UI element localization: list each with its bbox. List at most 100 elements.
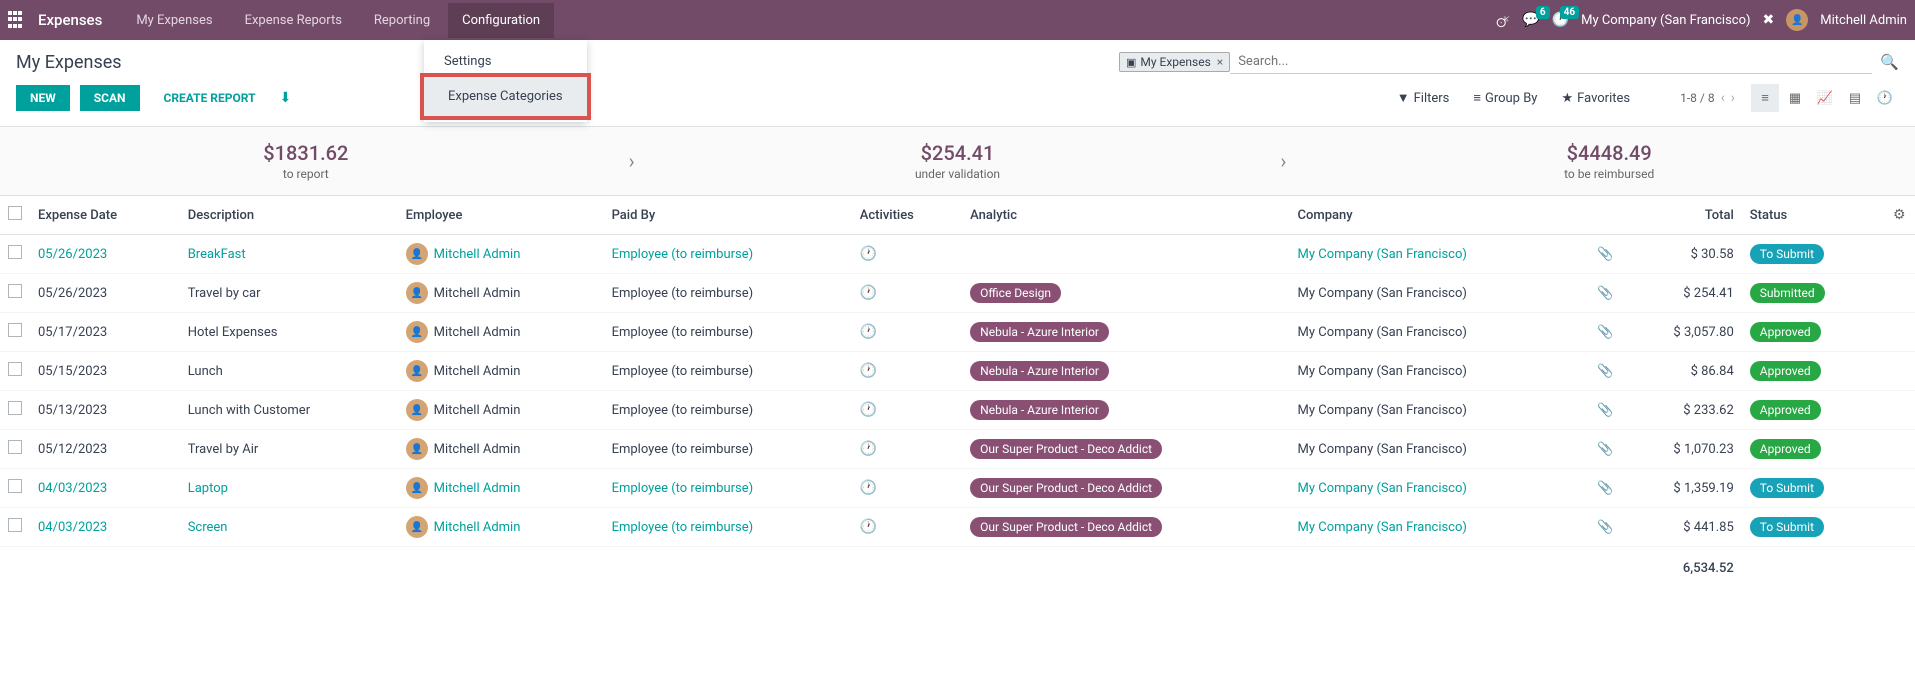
activity-icon[interactable]: 🕐46 <box>1552 12 1569 28</box>
dropdown-expense-categories[interactable]: Expense Categories <box>420 73 591 120</box>
cell-attachment[interactable]: 📎 <box>1582 352 1622 391</box>
scan-button[interactable]: SCAN <box>80 85 140 111</box>
table-row[interactable]: 05/15/2023 Lunch 👤Mitchell Admin Employe… <box>0 352 1915 391</box>
cell-attachment[interactable]: 📎 <box>1582 391 1622 430</box>
table-row[interactable]: 05/13/2023 Lunch with Customer 👤Mitchell… <box>0 391 1915 430</box>
col-employee[interactable]: Employee <box>398 196 604 235</box>
table-row[interactable]: 05/26/2023 BreakFast 👤Mitchell Admin Emp… <box>0 235 1915 274</box>
tools-icon[interactable]: ✖ <box>1763 12 1775 28</box>
view-kanban-icon[interactable]: ▦ <box>1781 84 1809 112</box>
employee-avatar: 👤 <box>406 477 428 499</box>
groupby-button[interactable]: ≡Group By <box>1473 90 1537 106</box>
planet-icon[interactable]: 🜚 <box>1496 6 1510 35</box>
paperclip-icon: 📎 <box>1597 286 1613 301</box>
new-button[interactable]: NEW <box>16 85 70 111</box>
table-row[interactable]: 05/17/2023 Hotel Expenses 👤Mitchell Admi… <box>0 313 1915 352</box>
cell-paid-by: Employee (to reimburse) <box>604 235 852 274</box>
cell-attachment[interactable]: 📎 <box>1582 313 1622 352</box>
cell-description: Travel by car <box>180 274 398 313</box>
user-avatar[interactable]: 👤 <box>1786 9 1808 31</box>
cell-date: 05/26/2023 <box>30 235 180 274</box>
cell-activities[interactable]: 🕐 <box>852 352 962 391</box>
cell-description: Travel by Air <box>180 430 398 469</box>
chat-icon[interactable]: 💬6 <box>1522 12 1539 28</box>
row-checkbox[interactable] <box>8 518 22 532</box>
view-activity-icon[interactable]: 🕐 <box>1871 84 1899 112</box>
view-list-icon[interactable]: ≡ <box>1751 84 1779 112</box>
cell-activities[interactable]: 🕐 <box>852 235 962 274</box>
cell-activities[interactable]: 🕐 <box>852 469 962 508</box>
select-all-checkbox[interactable] <box>8 206 22 220</box>
menu-reporting[interactable]: Reporting <box>360 3 444 38</box>
cell-company: My Company (San Francisco) <box>1290 469 1582 508</box>
column-config-icon[interactable]: ⚙ <box>1893 207 1906 223</box>
col-activities[interactable]: Activities <box>852 196 962 235</box>
col-status[interactable]: Status <box>1742 196 1885 235</box>
cell-company: My Company (San Francisco) <box>1290 313 1582 352</box>
summary-to-reimburse[interactable]: $4448.49 to be reimbursed <box>1303 127 1915 195</box>
expense-table: Expense Date Description Employee Paid B… <box>0 196 1915 584</box>
col-description[interactable]: Description <box>180 196 398 235</box>
search-input[interactable] <box>1230 50 1872 74</box>
cell-description: Laptop <box>180 469 398 508</box>
favorites-button[interactable]: ★Favorites <box>1561 91 1630 106</box>
apps-icon[interactable] <box>8 11 26 29</box>
table-row[interactable]: 04/03/2023 Screen 👤Mitchell Admin Employ… <box>0 508 1915 547</box>
chip-remove-icon[interactable]: × <box>1217 55 1223 69</box>
summary-under-validation[interactable]: $254.41 under validation <box>652 127 1264 195</box>
table-row[interactable]: 05/12/2023 Travel by Air 👤Mitchell Admin… <box>0 430 1915 469</box>
cell-company: My Company (San Francisco) <box>1290 430 1582 469</box>
col-company[interactable]: Company <box>1290 196 1582 235</box>
search-chip[interactable]: ▣ My Expenses × <box>1119 52 1230 72</box>
pager-next-icon[interactable]: › <box>1731 90 1735 106</box>
row-checkbox[interactable] <box>8 362 22 376</box>
col-date[interactable]: Expense Date <box>30 196 180 235</box>
row-checkbox[interactable] <box>8 245 22 259</box>
menu-configuration[interactable]: Configuration <box>448 3 554 38</box>
cell-attachment[interactable]: 📎 <box>1582 430 1622 469</box>
row-checkbox[interactable] <box>8 401 22 415</box>
menu-expense-reports[interactable]: Expense Reports <box>231 3 356 38</box>
row-checkbox[interactable] <box>8 284 22 298</box>
cell-activities[interactable]: 🕐 <box>852 430 962 469</box>
company-name[interactable]: My Company (San Francisco) <box>1581 13 1750 28</box>
search-icon[interactable]: 🔍 <box>1872 53 1899 71</box>
filters-button[interactable]: ▼Filters <box>1397 90 1450 106</box>
cell-attachment[interactable]: 📎 <box>1582 235 1622 274</box>
create-report-button[interactable]: CREATE REPORT <box>150 85 270 111</box>
cell-activities[interactable]: 🕐 <box>852 313 962 352</box>
cell-activities[interactable]: 🕐 <box>852 274 962 313</box>
pager-prev-icon[interactable]: ‹ <box>1721 90 1725 106</box>
row-checkbox[interactable] <box>8 440 22 454</box>
row-checkbox[interactable] <box>8 479 22 493</box>
menu-my-expenses[interactable]: My Expenses <box>122 3 226 38</box>
cell-attachment[interactable]: 📎 <box>1582 274 1622 313</box>
cell-company: My Company (San Francisco) <box>1290 274 1582 313</box>
star-icon: ★ <box>1561 91 1573 106</box>
funnel-icon: ▼ <box>1397 90 1410 106</box>
status-badge: Submitted <box>1750 283 1825 303</box>
view-graph-icon[interactable]: 📈 <box>1811 84 1839 112</box>
table-row[interactable]: 04/03/2023 Laptop 👤Mitchell Admin Employ… <box>0 469 1915 508</box>
status-badge: Approved <box>1750 361 1821 381</box>
col-total[interactable]: Total <box>1622 196 1742 235</box>
cell-activities[interactable]: 🕐 <box>852 391 962 430</box>
row-checkbox[interactable] <box>8 323 22 337</box>
cell-attachment[interactable]: 📎 <box>1582 508 1622 547</box>
cell-paid-by: Employee (to reimburse) <box>604 274 852 313</box>
col-analytic[interactable]: Analytic <box>962 196 1289 235</box>
cell-description: Lunch <box>180 352 398 391</box>
view-pivot-icon[interactable]: ▤ <box>1841 84 1869 112</box>
cell-paid-by: Employee (to reimburse) <box>604 469 852 508</box>
download-icon[interactable]: ⬇ <box>280 90 292 106</box>
cell-attachment[interactable]: 📎 <box>1582 469 1622 508</box>
col-paid-by[interactable]: Paid By <box>604 196 852 235</box>
cell-analytic: Our Super Product - Deco Addict <box>962 469 1289 508</box>
analytic-tag: Our Super Product - Deco Addict <box>970 478 1162 498</box>
cell-analytic: Our Super Product - Deco Addict <box>962 430 1289 469</box>
user-name[interactable]: Mitchell Admin <box>1820 13 1907 28</box>
employee-avatar: 👤 <box>406 516 428 538</box>
table-row[interactable]: 05/26/2023 Travel by car 👤Mitchell Admin… <box>0 274 1915 313</box>
cell-activities[interactable]: 🕐 <box>852 508 962 547</box>
summary-to-report[interactable]: $1831.62 to report <box>0 127 612 195</box>
